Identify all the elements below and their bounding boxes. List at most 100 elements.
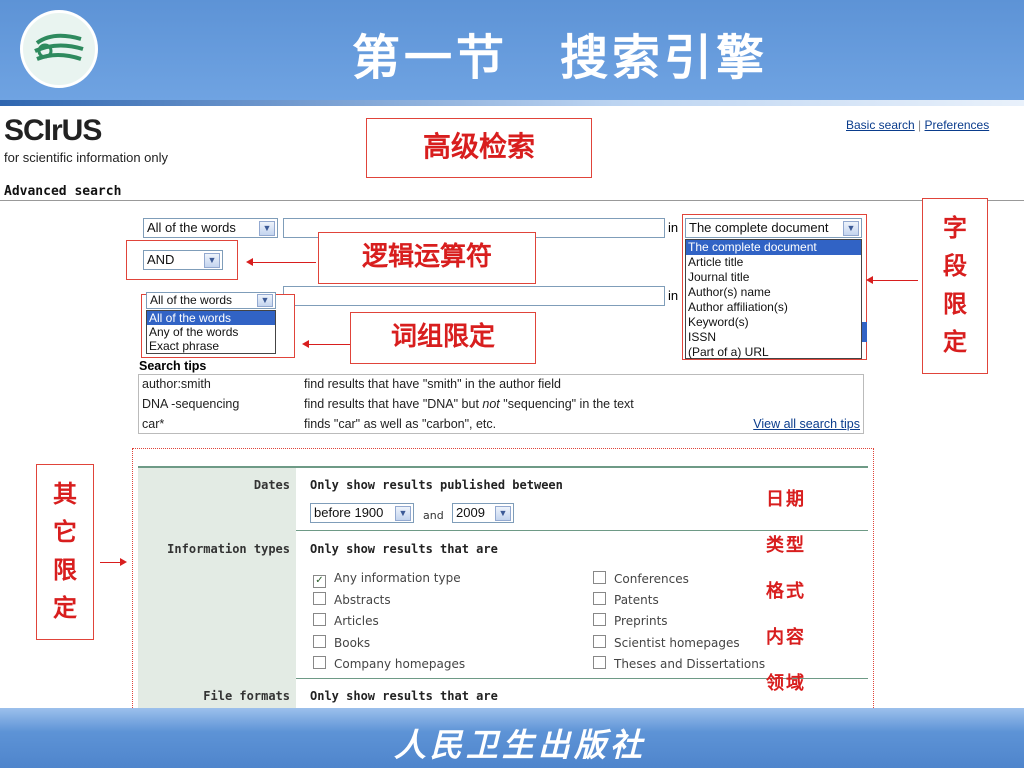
tip-row: car* finds "car" as well as "carbon", et… [139, 415, 863, 435]
field-options-list: The complete document Article title Jour… [685, 239, 862, 359]
checkbox-label: Preprints [614, 614, 668, 628]
chevron-down-icon: ▼ [259, 221, 275, 236]
annotation-logic-operators: 逻辑运算符 [318, 232, 536, 284]
mode-select-2[interactable]: All of the words ▼ [146, 292, 276, 309]
submit-button-edge [862, 322, 867, 342]
dates-label: Dates [253, 478, 290, 492]
mode-select-1-value: All of the words [147, 220, 236, 235]
annotation-char: 限 [943, 289, 967, 318]
and-label: and [423, 509, 444, 522]
scirus-logo: SCIrUS [4, 114, 102, 147]
checkbox-abstracts[interactable]: Abstracts [313, 592, 391, 607]
checkbox-label: Abstracts [334, 593, 391, 607]
field-select[interactable]: The complete document ▼ [685, 218, 862, 238]
chevron-down-icon: ▼ [495, 506, 511, 521]
mode-option[interactable]: Exact phrase [147, 339, 275, 353]
field-option[interactable]: (Part of a) URL [686, 345, 861, 360]
checkbox-patents[interactable]: Patents [593, 592, 659, 607]
date-to-select[interactable]: 2009 ▼ [452, 503, 514, 523]
annotation-formats: 格式 [766, 581, 806, 602]
checkbox-articles[interactable]: Articles [313, 613, 379, 628]
file-formats-heading: Only show results that are [310, 689, 498, 703]
chevron-down-icon: ▼ [843, 221, 859, 236]
arrow-line [872, 280, 918, 281]
checkbox-label: Books [334, 636, 371, 650]
checkbox-books[interactable]: Books [313, 635, 370, 650]
tip-desc: find results that have "DNA" but not "se… [304, 397, 634, 411]
tip-example: author:smith [142, 377, 211, 391]
annotation-char: 字 [943, 213, 967, 242]
checkbox-box [593, 592, 606, 605]
chevron-down-icon: ▼ [395, 506, 411, 521]
annotation-types: 类型 [766, 535, 806, 556]
field-select-value: The complete document [689, 220, 829, 235]
file-formats-label: File formats [203, 689, 290, 703]
view-all-tips-link[interactable]: View all search tips [753, 417, 860, 431]
annotation-char: 它 [53, 517, 77, 546]
checkbox-label: Company homepages [334, 657, 466, 671]
search-tips-title: Search tips [139, 359, 207, 373]
info-types-label: Information types [167, 542, 290, 556]
publisher-name: 人民卫生出版社 [393, 726, 646, 764]
annotation-char: 限 [53, 555, 77, 584]
tip-row: author:smith find results that have "smi… [139, 375, 863, 395]
arrow-left-icon [302, 340, 309, 348]
operator-select[interactable]: AND ▼ [143, 250, 223, 270]
basic-search-link[interactable]: Basic search [846, 118, 915, 132]
field-option[interactable]: Keyword(s) [686, 315, 861, 330]
in-label-1: in [668, 220, 679, 235]
checkbox-preprints[interactable]: Preprints [593, 613, 668, 628]
arrow-line [252, 262, 316, 263]
info-types-heading: Only show results that are [310, 542, 498, 556]
query-input-2[interactable] [283, 286, 665, 306]
field-option[interactable]: Journal title [686, 270, 861, 285]
field-option[interactable]: Author(s) name [686, 285, 861, 300]
checkbox-box [593, 656, 606, 669]
mode-options-list: All of the words Any of the words Exact … [146, 310, 276, 354]
checkbox-conferences[interactable]: Conferences [593, 571, 689, 586]
checkbox-box [313, 656, 326, 669]
checkmark-icon: ✓ [313, 575, 326, 588]
field-option[interactable]: ISSN [686, 330, 861, 345]
dates-heading: Only show results published between [310, 478, 563, 492]
filters-label-column [138, 468, 296, 708]
annotation-phrase-limit: 词组限定 [350, 312, 536, 364]
checkbox-scientist-homepages[interactable]: Scientist homepages [593, 635, 740, 650]
chevron-down-icon: ▼ [204, 253, 220, 268]
checkbox-box [593, 613, 606, 626]
mode-option[interactable]: Any of the words [147, 325, 275, 339]
top-links: Basic search | Preferences [846, 118, 989, 132]
date-from-select[interactable]: before 1900 ▼ [310, 503, 414, 523]
annotation-char: 段 [943, 251, 967, 280]
arrow-line [308, 344, 350, 345]
checkbox-theses-dissertations[interactable]: Theses and Dissertations [593, 656, 765, 671]
preferences-link[interactable]: Preferences [925, 118, 990, 132]
field-option[interactable]: Article title [686, 255, 861, 270]
annotation-other-limit: 其 它 限 定 [36, 464, 94, 640]
in-label-2: in [668, 288, 679, 303]
arrow-left-icon [866, 276, 873, 284]
advanced-search-heading: Advanced search [4, 184, 122, 199]
checkbox-any-information-type[interactable]: ✓ Any information type [313, 571, 461, 588]
annotation-char: 定 [53, 593, 77, 622]
annotation-field-limit: 字 段 限 定 [922, 198, 988, 374]
advanced-divider [0, 200, 1024, 201]
checkbox-box [313, 613, 326, 626]
checkbox-company-homepages[interactable]: Company homepages [313, 656, 465, 671]
search-tips-table: author:smith find results that have "smi… [138, 374, 864, 434]
tip-example: car* [142, 417, 165, 431]
checkbox-box [313, 635, 326, 648]
checkbox-label: Scientist homepages [614, 636, 740, 650]
field-option[interactable]: Author affiliation(s) [686, 300, 861, 315]
mode-option[interactable]: All of the words [147, 311, 275, 325]
arrow-right-icon [120, 558, 127, 566]
arrow-line [100, 562, 120, 563]
checkbox-label: Theses and Dissertations [614, 657, 766, 671]
annotation-char: 其 [53, 479, 77, 508]
slide-logo-icon [20, 10, 98, 88]
field-option[interactable]: The complete document [686, 240, 861, 255]
tip-desc: find results that have "smith" in the au… [304, 377, 561, 391]
mode-select-1[interactable]: All of the words ▼ [143, 218, 278, 238]
mode-select-2-value: All of the words [150, 293, 233, 307]
tip-example: DNA -sequencing [142, 397, 240, 411]
